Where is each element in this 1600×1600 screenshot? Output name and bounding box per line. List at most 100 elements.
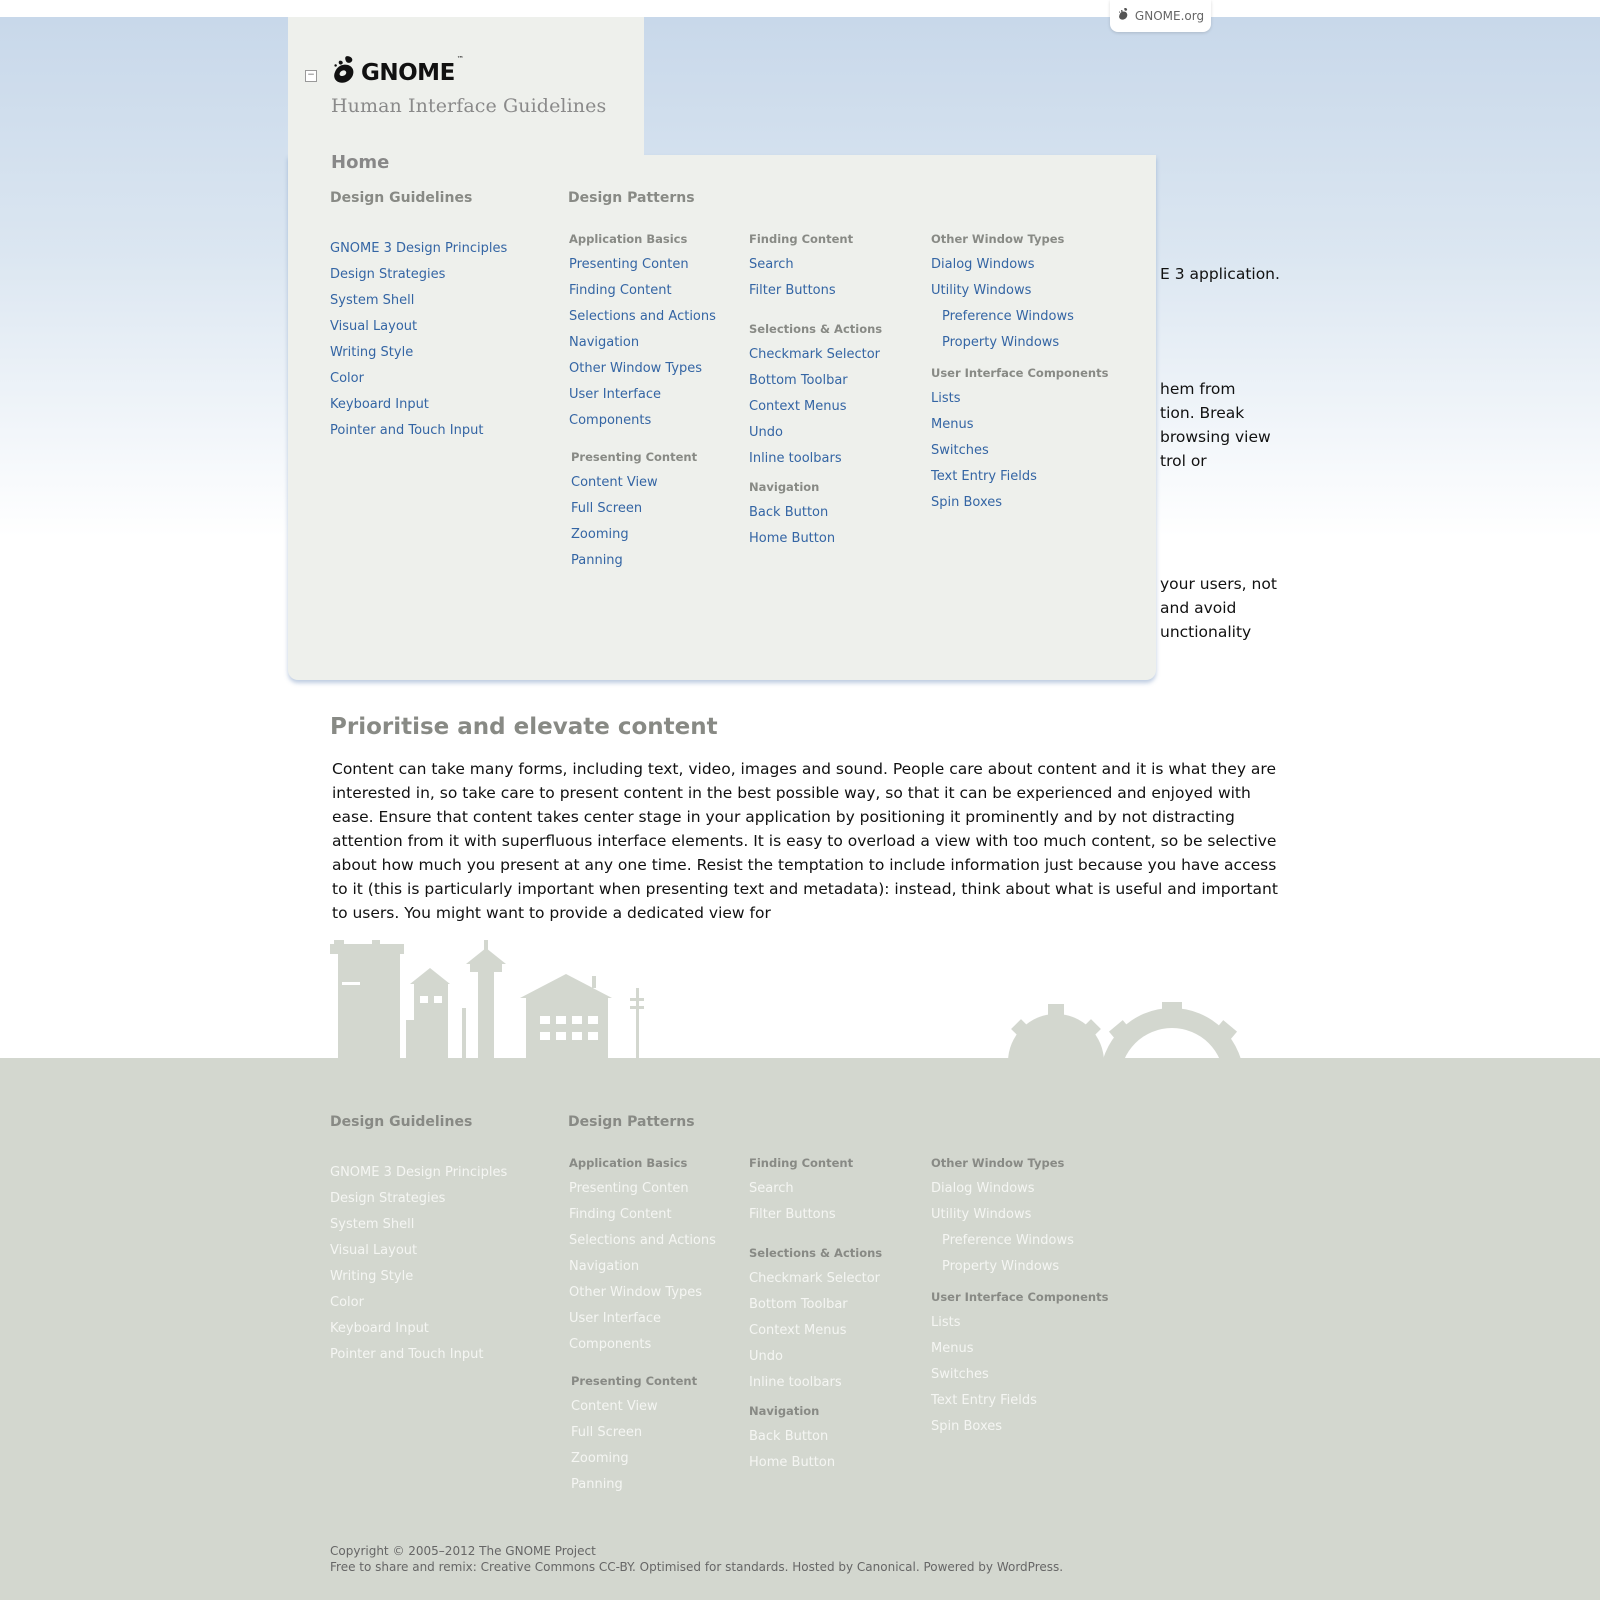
footer-link[interactable]: GNOME 3 Design Principles bbox=[330, 1160, 507, 1186]
footer-link[interactable]: Other Window Types bbox=[569, 1280, 716, 1306]
footer-link[interactable]: Content View bbox=[569, 1394, 716, 1420]
peek-text: and avoid bbox=[1160, 599, 1237, 617]
menu-link[interactable]: Home Button bbox=[749, 526, 882, 552]
footer-link[interactable]: Writing Style bbox=[330, 1264, 507, 1290]
menu-link[interactable]: Context Menus bbox=[749, 394, 882, 420]
menu-link[interactable]: Other Window Types bbox=[569, 356, 716, 382]
menu-link[interactable]: Inline toolbars bbox=[749, 446, 882, 472]
peek-text: hem from bbox=[1160, 380, 1236, 398]
footer-subheading: Selections & Actions bbox=[749, 1246, 883, 1260]
footer-link[interactable]: Menus bbox=[931, 1336, 1108, 1362]
footer-link[interactable]: Full Screen bbox=[569, 1420, 716, 1446]
footer-subheading: Finding Content bbox=[749, 1156, 854, 1170]
footer-link[interactable]: Presenting Conten bbox=[569, 1176, 716, 1202]
copyright-block: Copyright © 2005–2012 The GNOME Project … bbox=[330, 1543, 1063, 1575]
footer-link[interactable]: Selections and Actions bbox=[569, 1228, 716, 1254]
collapse-icon[interactable]: − bbox=[305, 70, 317, 82]
footer-link[interactable]: Text Entry Fields bbox=[931, 1388, 1108, 1414]
menu-link[interactable]: Spin Boxes bbox=[931, 490, 1108, 516]
footer-link[interactable]: Utility Windows bbox=[931, 1202, 1108, 1228]
footer-link[interactable]: User Interface bbox=[569, 1306, 716, 1332]
menu-finding-content: Finding Content Search Filter Buttons Se… bbox=[749, 232, 882, 552]
menu-link[interactable]: Presenting Conten bbox=[569, 252, 716, 278]
menu-link[interactable]: Panning bbox=[569, 548, 716, 574]
menu-link[interactable]: Visual Layout bbox=[330, 314, 507, 340]
menu-design-patterns: Design Patterns bbox=[568, 190, 695, 206]
menu-application-basics: Application Basics Presenting Conten Fin… bbox=[569, 232, 716, 574]
footer-link[interactable]: Back Button bbox=[749, 1424, 882, 1450]
menu-link[interactable]: Utility Windows bbox=[931, 278, 1108, 304]
menu-link[interactable]: Navigation bbox=[569, 330, 716, 356]
footer-link[interactable]: Context Menus bbox=[749, 1318, 882, 1344]
footer-link[interactable]: Panning bbox=[569, 1472, 716, 1498]
footer-link[interactable]: Navigation bbox=[569, 1254, 716, 1280]
menu-link[interactable]: Menus bbox=[931, 412, 1108, 438]
footer-link[interactable]: Design Strategies bbox=[330, 1186, 507, 1212]
menu-link[interactable]: User Interface bbox=[569, 382, 716, 408]
footer-link[interactable]: Dialog Windows bbox=[931, 1176, 1108, 1202]
gnome-logo[interactable]: GNOME ™ bbox=[330, 55, 464, 85]
menu-link[interactable]: Pointer and Touch Input bbox=[330, 418, 507, 444]
section-heading: Prioritise and elevate content bbox=[330, 714, 718, 740]
site-subtitle[interactable]: Human Interface Guidelines bbox=[331, 95, 606, 117]
menu-link[interactable]: Full Screen bbox=[569, 496, 716, 522]
footer-application-basics: Application Basics Presenting Conten Fin… bbox=[569, 1156, 716, 1498]
menu-link[interactable]: Preference Windows bbox=[931, 304, 1108, 330]
menu-link[interactable]: Filter Buttons bbox=[749, 278, 882, 304]
gnome-foot-icon bbox=[334, 56, 354, 83]
footer-subheading: Other Window Types bbox=[931, 1156, 1065, 1170]
footer-design-guidelines: Design Guidelines GNOME 3 Design Princip… bbox=[330, 1114, 507, 1368]
footer-link[interactable]: Undo bbox=[749, 1344, 882, 1370]
footer-link[interactable]: Finding Content bbox=[569, 1202, 716, 1228]
menu-link[interactable]: Bottom Toolbar bbox=[749, 368, 882, 394]
footer-link[interactable]: Color bbox=[330, 1290, 507, 1316]
menu-link[interactable]: Design Strategies bbox=[330, 262, 507, 288]
menu-other-window-types: Other Window Types Dialog Windows Utilit… bbox=[931, 232, 1108, 516]
license-text: Free to share and remix: Creative Common… bbox=[330, 1560, 1064, 1574]
menu-link[interactable]: Finding Content bbox=[569, 278, 716, 304]
menu-link[interactable]: Color bbox=[330, 366, 507, 392]
footer-link[interactable]: Inline toolbars bbox=[749, 1370, 882, 1396]
gnome-org-link[interactable]: GNOME.org bbox=[1110, 0, 1211, 32]
footer-link[interactable]: Pointer and Touch Input bbox=[330, 1342, 507, 1368]
menu-link[interactable]: Checkmark Selector bbox=[749, 342, 882, 368]
menu-subheading: Finding Content bbox=[749, 232, 854, 246]
menu-link[interactable]: GNOME 3 Design Principles bbox=[330, 236, 507, 262]
menu-link[interactable]: Dialog Windows bbox=[931, 252, 1108, 278]
footer-link[interactable]: System Shell bbox=[330, 1212, 507, 1238]
menu-link[interactable]: Undo bbox=[749, 420, 882, 446]
footer-link[interactable]: Property Windows bbox=[931, 1254, 1108, 1280]
footer-link[interactable]: Components bbox=[569, 1332, 716, 1358]
menu-link[interactable]: Search bbox=[749, 252, 882, 278]
menu-link[interactable]: Switches bbox=[931, 438, 1108, 464]
footer-link[interactable]: Home Button bbox=[749, 1450, 882, 1476]
footer-heading: Design Guidelines bbox=[330, 1114, 473, 1130]
footer-link[interactable]: Zooming bbox=[569, 1446, 716, 1472]
menu-link[interactable]: Zooming bbox=[569, 522, 716, 548]
footer-link[interactable]: Switches bbox=[931, 1362, 1108, 1388]
menu-link[interactable]: Keyboard Input bbox=[330, 392, 507, 418]
footer-link[interactable]: Spin Boxes bbox=[931, 1414, 1108, 1440]
footer-link[interactable]: Preference Windows bbox=[931, 1228, 1108, 1254]
menu-link[interactable]: Text Entry Fields bbox=[931, 464, 1108, 490]
footer-link[interactable]: Filter Buttons bbox=[749, 1202, 882, 1228]
footer-link[interactable]: Checkmark Selector bbox=[749, 1266, 882, 1292]
menu-link[interactable]: Property Windows bbox=[931, 330, 1108, 356]
menu-link[interactable]: Components bbox=[569, 408, 716, 434]
menu-link[interactable]: Content View bbox=[569, 470, 716, 496]
footer-link[interactable]: Lists bbox=[931, 1310, 1108, 1336]
footer-design-patterns: Design Patterns bbox=[568, 1114, 695, 1130]
home-link[interactable]: Home bbox=[331, 152, 389, 173]
footer-link[interactable]: Search bbox=[749, 1176, 882, 1202]
menu-heading: Design Patterns bbox=[568, 190, 695, 206]
menu-link[interactable]: Back Button bbox=[749, 500, 882, 526]
menu-link[interactable]: Writing Style bbox=[330, 340, 507, 366]
menu-link[interactable]: Lists bbox=[931, 386, 1108, 412]
footer-link[interactable]: Bottom Toolbar bbox=[749, 1292, 882, 1318]
menu-link[interactable]: Selections and Actions bbox=[569, 304, 716, 330]
menu-link[interactable]: System Shell bbox=[330, 288, 507, 314]
menu-subheading: Other Window Types bbox=[931, 232, 1065, 246]
footer-link[interactable]: Visual Layout bbox=[330, 1238, 507, 1264]
footer-link[interactable]: Keyboard Input bbox=[330, 1316, 507, 1342]
peek-text: browsing view bbox=[1160, 428, 1271, 446]
